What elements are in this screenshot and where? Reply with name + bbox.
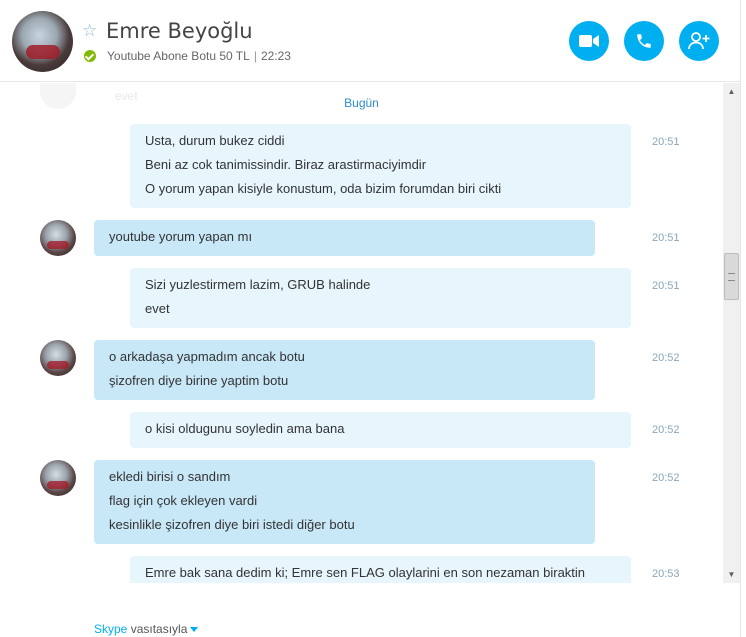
sender-avatar[interactable] [40, 340, 76, 376]
message-line: O yorum yapan kisiyle konustum, oda bizi… [145, 181, 502, 196]
message-timestamp: 20:52 [652, 352, 680, 364]
message-timestamp: 20:52 [652, 472, 680, 484]
message-line: Beni az cok tanimissindir. Biraz arastir… [145, 157, 427, 172]
message-line: ekledi birisi o sandım [109, 469, 231, 484]
add-participant-button[interactable] [679, 21, 719, 61]
message-line: youtube yorum yapan mı [109, 229, 253, 244]
phone-call-icon [637, 34, 651, 48]
message-timestamp: 20:52 [652, 424, 680, 436]
message-bubble-outgoing[interactable]: Usta, durum bukez ciddi Beni az cok tani… [130, 124, 631, 208]
message-bubble-incoming[interactable]: ekledi birisi o sandım flag için çok ekl… [94, 460, 595, 544]
day-separator: Bugün [344, 96, 379, 110]
message-timestamp: 20:51 [652, 280, 680, 292]
message-line: kesinlikle şizofren diye biri istedi diğ… [109, 517, 355, 532]
message-line: Usta, durum bukez ciddi [145, 133, 285, 148]
video-call-icon [579, 35, 599, 47]
scroll-up-arrow-icon[interactable]: ▲ [723, 83, 740, 100]
message-line: şizofren diye birine yaptim botu [109, 373, 289, 388]
online-status-icon [84, 50, 96, 62]
message-timestamp: 20:51 [652, 136, 680, 148]
message-line: o kisi oldugunu soyledin ama bana [145, 421, 345, 436]
message-timestamp: 20:53 [652, 568, 680, 580]
add-contact-icon [688, 32, 710, 50]
mood-message: Youtube Abone Botu 50 TL [107, 49, 250, 63]
window-edge [740, 0, 746, 637]
contact-mood-line: Youtube Abone Botu 50 TL | 22:23 [107, 49, 291, 63]
message-line: o arkadaşa yapmadım ancak botu [109, 349, 305, 364]
message-bubble-incoming[interactable]: youtube yorum yapan mı [94, 220, 595, 256]
chevron-down-icon [190, 627, 199, 633]
send-via-selector[interactable]: Skype vasıtasıyla [94, 622, 199, 636]
scroll-down-arrow-icon[interactable]: ▼ [723, 566, 740, 583]
send-via-brand: Skype [94, 622, 128, 636]
contact-avatar[interactable] [12, 11, 73, 72]
favorite-star-icon[interactable]: ☆ [82, 22, 97, 39]
message-timestamp: 20:51 [652, 232, 680, 244]
video-call-button[interactable] [569, 21, 609, 61]
message-bubble-outgoing[interactable]: Sizi yuzlestirmem lazim, GRUB halinde ev… [130, 268, 631, 328]
message-bubble-outgoing[interactable]: Emre bak sana dedim ki; Emre sen FLAG ol… [130, 556, 631, 583]
local-time: 22:23 [260, 49, 291, 63]
conversation-header: ☆ Emre Beyoğlu Youtube Abone Botu 50 TL |… [0, 0, 746, 82]
mood-separator: | [253, 49, 257, 63]
message-bubble-incoming[interactable]: o arkadaşa yapmadım ancak botu şizofren … [94, 340, 595, 400]
message-line: evet [145, 301, 170, 316]
message-line: Emre bak sana dedim ki; Emre sen FLAG ol… [145, 565, 586, 580]
send-via-label: vasıtasıyla [127, 622, 188, 636]
chat-scrollbar[interactable]: ▲ ▼ [723, 83, 740, 583]
contact-name[interactable]: Emre Beyoğlu [106, 19, 253, 43]
voice-call-button[interactable] [624, 21, 664, 61]
message-list[interactable]: evet Bugün Usta, durum bukez ciddi Beni … [0, 83, 723, 583]
message-line: Sizi yuzlestirmem lazim, GRUB halinde [145, 277, 371, 292]
sender-avatar[interactable] [40, 460, 76, 496]
message-line: flag için çok ekleyen vardi [109, 493, 258, 508]
scrollbar-thumb[interactable] [724, 253, 739, 300]
sender-avatar[interactable] [40, 220, 76, 256]
message-bubble-outgoing[interactable]: o kisi oldugunu soyledin ama bana [130, 412, 631, 448]
